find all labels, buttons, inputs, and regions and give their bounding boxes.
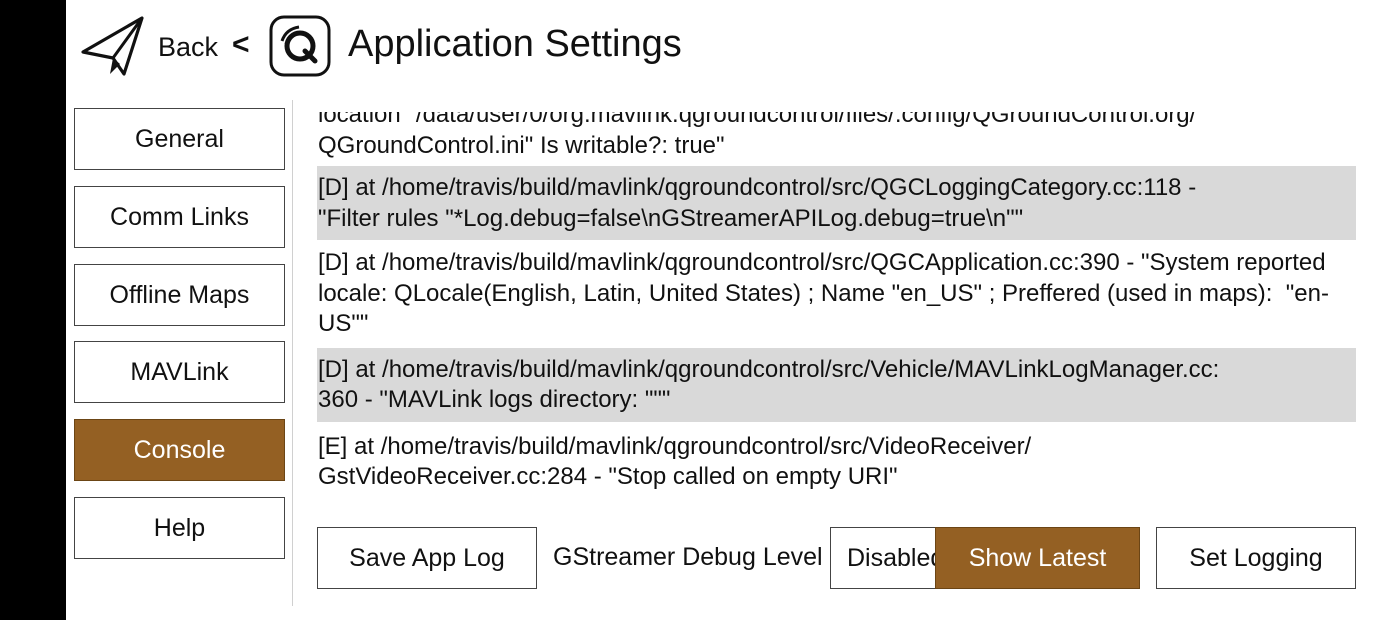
show-latest-button[interactable]: Show Latest: [935, 527, 1140, 589]
paper-plane-icon: [81, 16, 144, 76]
nav-mavlink[interactable]: MAVLink: [74, 341, 285, 403]
save-app-log-button[interactable]: Save App Log: [317, 527, 537, 589]
log-entry: [E] at /home/travis/build/mavlink/qgroun…: [318, 432, 1032, 491]
nav-comm-links[interactable]: Comm Links: [74, 186, 285, 248]
gstreamer-debug-label: GStreamer Debug Level: [553, 543, 823, 571]
log-entry: [D] at /home/travis/build/mavlink/qgroun…: [317, 166, 1356, 240]
page-title: Application Settings: [348, 23, 682, 65]
nav-help[interactable]: Help: [74, 497, 285, 559]
nav-divider: [292, 100, 293, 606]
nav-general[interactable]: General: [74, 108, 285, 170]
console-log[interactable]: location "/data/user/0/org.mavlink.qgrou…: [317, 112, 1356, 514]
back-button[interactable]: Back: [80, 14, 218, 80]
nav-offline-maps[interactable]: Offline Maps: [74, 264, 285, 326]
log-entry: [D] at /home/travis/build/mavlink/qgroun…: [317, 347, 1356, 422]
log-entry: location "/data/user/0/org.mavlink.qgrou…: [318, 112, 1197, 159]
log-entry: [D] at /home/travis/build/mavlink/qgroun…: [318, 249, 1333, 337]
gstreamer-debug-level-value: Disabled: [847, 543, 945, 572]
back-label: Back: [158, 31, 219, 62]
breadcrumb-separator: <: [232, 28, 250, 61]
nav-console[interactable]: Console: [74, 419, 285, 481]
left-edge-bar: [0, 0, 66, 620]
qgc-logo-icon: [269, 15, 331, 77]
header: Back < Application Settings: [66, 0, 1380, 95]
set-logging-button[interactable]: Set Logging: [1156, 527, 1356, 589]
